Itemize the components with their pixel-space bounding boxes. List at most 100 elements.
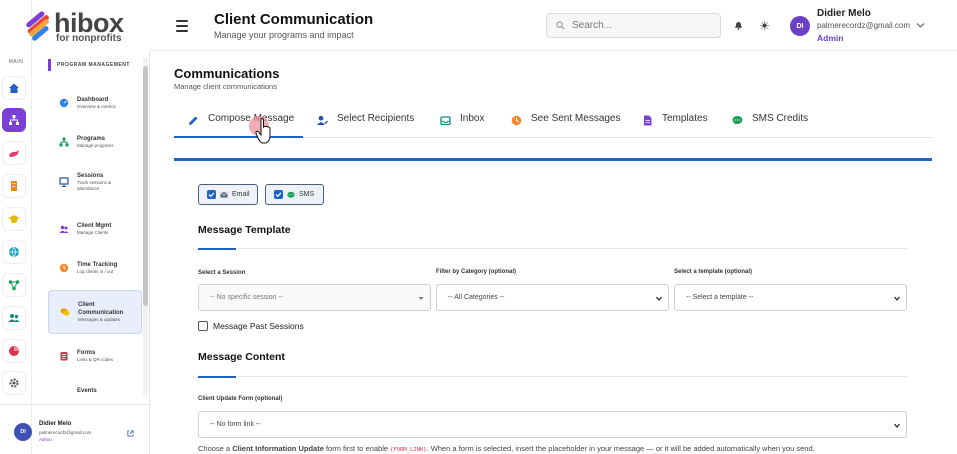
hand-heart-icon — [9, 150, 19, 157]
past-sessions-checkbox[interactable] — [198, 321, 208, 331]
rail-settings-button[interactable] — [2, 371, 26, 395]
page-subtitle: Manage your programs and impact — [214, 30, 354, 40]
header-user-role: Admin — [817, 33, 844, 43]
rail-users-button[interactable] — [2, 306, 26, 330]
sitemap-icon — [59, 137, 69, 147]
main-content: Communications Manage client communicati… — [150, 51, 957, 454]
session-select[interactable]: -- No specific session -- — [198, 284, 431, 311]
sidebar-item-sessions[interactable]: Sessions Track sessions & attendance — [48, 164, 142, 200]
sidebar-user-card[interactable]: DI Didier Melo palmerecordz@gmail.com Ad… — [0, 404, 150, 454]
top-bar: Client Communication Manage your program… — [150, 0, 957, 51]
search-input[interactable] — [546, 13, 721, 38]
home-icon — [9, 83, 19, 93]
message-content-divider — [198, 376, 907, 378]
sms-checkbox[interactable] — [274, 190, 283, 199]
update-form-label: Client Update Form (optional) — [198, 396, 283, 402]
sidebar-user-name: Didier Melo — [39, 421, 72, 427]
compose-card: Email SMS Message Template Select a Sess… — [174, 158, 932, 454]
sidebar-item-dashboard[interactable]: Dashboard Overview & metrics — [48, 85, 142, 121]
form-link-placeholder: {FORM_LINK} — [390, 447, 427, 453]
icon-rail: MAIN — [0, 0, 32, 454]
email-channel-toggle[interactable]: Email — [198, 184, 258, 205]
brand-logo[interactable]: hibox for nonprofits — [22, 8, 132, 44]
users-icon — [59, 225, 69, 233]
rail-programs-button[interactable] — [2, 108, 26, 132]
users-icon — [8, 314, 20, 322]
sidebar-item-client-communication[interactable]: Client Communication Messages & updates — [48, 290, 142, 334]
update-form-select[interactable]: -- No form link -- — [198, 411, 907, 438]
sidebar-item-programs[interactable]: Programs Manage programs — [48, 124, 142, 160]
sidebar-item-client-mgmt[interactable]: Client Mgmt Manage Clients — [48, 211, 142, 247]
tab-sms-credits[interactable]: SMS Credits — [732, 113, 808, 138]
tab-compose-message[interactable]: Compose Message — [174, 113, 303, 138]
sidebar-user-email: palmerecordz@gmail.com — [39, 430, 92, 435]
rail-donations-button[interactable] — [2, 141, 26, 165]
form-link-help-text: Choose a Client Information Update form … — [198, 444, 815, 453]
caret-down-icon — [418, 297, 424, 300]
tab-templates[interactable]: Templates — [642, 113, 708, 138]
sidebar-item-time-tracking[interactable]: Time Tracking Log clients in / out — [48, 250, 142, 286]
network-icon — [8, 280, 20, 291]
gear-icon — [9, 378, 19, 388]
sun-icon[interactable] — [760, 21, 769, 30]
sitemap-icon — [9, 115, 19, 125]
search-icon — [556, 21, 565, 30]
sidebar: PROGRAM MANAGEMENT Dashboard Overview & m… — [32, 51, 150, 404]
check-icon — [208, 192, 215, 198]
tab-see-sent-messages[interactable]: See Sent Messages — [511, 113, 621, 138]
page-title: Client Communication — [214, 11, 374, 28]
dashboard-icon — [59, 98, 69, 108]
section-title: Communications — [174, 66, 280, 81]
email-channel-label: Email — [232, 191, 250, 198]
menu-toggle-button[interactable] — [176, 20, 188, 32]
sidebar-scrollbar[interactable] — [143, 58, 148, 396]
external-link-icon[interactable] — [127, 430, 134, 437]
sms-channel-toggle[interactable]: SMS — [265, 184, 324, 205]
sidebar-user-role: Admin — [39, 437, 52, 442]
hibox-mark-icon — [26, 11, 49, 41]
avatar[interactable]: DI — [790, 16, 810, 36]
header-user-email: palmerecordz@gmail.com — [817, 21, 911, 30]
section-subtitle: Manage client communications — [174, 82, 277, 91]
inbox-icon — [440, 116, 451, 126]
avatar: DI — [14, 423, 32, 441]
rail-reports-button[interactable] — [2, 339, 26, 363]
form-icon — [60, 352, 68, 361]
envelope-icon — [220, 192, 228, 197]
template-select-label: Select a template (optional) — [674, 269, 753, 275]
chevron-down-icon — [894, 423, 900, 428]
sidebar-item-forms[interactable]: Forms Links & QR codes — [48, 338, 142, 374]
message-content-heading: Message Content — [198, 351, 285, 363]
category-filter-select[interactable]: -- All Categories -- — [436, 284, 669, 311]
rail-education-button[interactable] — [2, 207, 26, 231]
session-select-label: Select a Session — [198, 270, 246, 276]
rail-globe-button[interactable] — [2, 240, 26, 264]
rail-network-button[interactable] — [2, 273, 26, 297]
user-edit-icon — [317, 115, 328, 125]
tab-bar: Compose Message Select Recipients Inbox … — [174, 113, 932, 138]
chat-bubbles-icon — [60, 308, 70, 316]
clock-icon — [59, 263, 69, 273]
tab-select-recipients[interactable]: Select Recipients — [317, 113, 414, 138]
chevron-down-icon[interactable] — [916, 22, 925, 29]
pencil-icon — [189, 116, 198, 125]
sms-channel-label: SMS — [299, 191, 315, 198]
email-checkbox[interactable] — [207, 190, 216, 199]
pie-chart-icon — [9, 346, 19, 356]
sidebar-item-events[interactable]: Events — [48, 373, 142, 404]
file-icon — [644, 115, 652, 126]
template-select[interactable]: -- Select a template -- — [674, 284, 907, 311]
pointer-cursor-icon — [249, 116, 271, 144]
tab-inbox[interactable]: Inbox — [440, 113, 484, 138]
rail-section-label: MAIN — [8, 59, 24, 65]
chevron-down-icon — [656, 296, 662, 301]
sidebar-section-title: PROGRAM MANAGEMENT — [48, 59, 130, 71]
rail-building-button[interactable] — [2, 174, 26, 198]
building-icon — [11, 181, 17, 191]
rail-home-button[interactable] — [2, 76, 26, 100]
sidebar-scrollbar-thumb[interactable] — [143, 66, 148, 306]
header-user-name: Didier Melo — [817, 8, 871, 19]
bell-icon[interactable] — [734, 21, 743, 30]
check-icon — [275, 192, 282, 198]
sms-icon — [287, 191, 295, 198]
